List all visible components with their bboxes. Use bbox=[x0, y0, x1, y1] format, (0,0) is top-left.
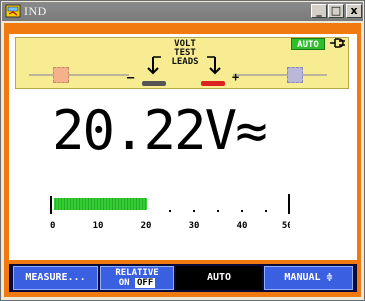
minimize-button[interactable]: _ bbox=[311, 4, 327, 18]
bargraph-segment bbox=[85, 198, 86, 210]
auto-range-button[interactable]: AUTO bbox=[176, 266, 262, 290]
bargraph-dot bbox=[241, 210, 243, 212]
bargraph-segment bbox=[133, 198, 134, 210]
reading-value: 20.22 bbox=[52, 99, 207, 162]
measure-button[interactable]: MEASURE... bbox=[13, 266, 98, 290]
bargraph-segment bbox=[97, 198, 98, 210]
reading-unit: V bbox=[204, 99, 237, 162]
terminal-line-mid-right bbox=[233, 74, 287, 76]
bargraph-segment bbox=[103, 198, 104, 210]
bargraph-dot bbox=[265, 210, 267, 212]
bargraph-scale-label: 20 bbox=[141, 221, 152, 230]
relative-state: ON OFF bbox=[101, 278, 173, 288]
relative-off: OFF bbox=[135, 278, 156, 288]
bargraph-segment bbox=[76, 198, 77, 210]
bargraph-segment bbox=[94, 198, 95, 210]
bargraph-segment bbox=[112, 198, 113, 210]
bargraph-end-tick bbox=[288, 194, 290, 214]
relative-label: RELATIVE bbox=[115, 268, 159, 278]
bargraph-segment bbox=[124, 198, 125, 210]
title-bar[interactable]: IND _ □ x bbox=[2, 2, 363, 21]
window-title: IND bbox=[24, 4, 47, 18]
bargraph-segment bbox=[145, 198, 146, 210]
bargraph-scale-label: 40 bbox=[237, 221, 248, 230]
bargraph-segment bbox=[70, 198, 71, 210]
bargraph-segment bbox=[136, 198, 137, 210]
bargraph-segment bbox=[118, 198, 119, 210]
bargraph-segment bbox=[88, 198, 89, 210]
bargraph-segment bbox=[121, 198, 122, 210]
bargraph-scale-label: 50V bbox=[282, 221, 290, 230]
bargraph-segment bbox=[64, 198, 65, 210]
bargraph-segment bbox=[130, 198, 131, 210]
bargraph-segment bbox=[106, 198, 107, 210]
bargraph-segment bbox=[73, 198, 74, 210]
plus-sign: + bbox=[232, 70, 240, 84]
bargraph-segment bbox=[79, 198, 80, 210]
auto-range-badge: AUTO bbox=[291, 38, 325, 50]
multimeter-app-icon bbox=[5, 4, 21, 18]
bargraph-segment bbox=[109, 198, 110, 210]
relative-toggle[interactable]: RELATIVE ON OFF bbox=[100, 266, 174, 290]
red-lead-jack bbox=[201, 81, 225, 86]
bargraph-segment bbox=[55, 198, 56, 210]
bargraph-segment bbox=[127, 198, 128, 210]
bargraph-scale-label: 0 bbox=[50, 221, 55, 230]
bargraph-segment bbox=[91, 198, 92, 210]
bargraph-segment bbox=[115, 198, 116, 210]
terminal-line-mid-left bbox=[69, 74, 129, 76]
bargraph-segment bbox=[100, 198, 101, 210]
ac-dc-symbol: ≈ bbox=[235, 99, 267, 162]
plug-icon bbox=[330, 38, 345, 48]
bargraph-start-tick bbox=[50, 196, 52, 214]
terminal-line-right bbox=[303, 74, 327, 76]
right-terminal bbox=[287, 67, 303, 83]
terminal-line-left bbox=[29, 74, 53, 76]
manual-range-button[interactable]: MANUAL ≑ bbox=[264, 266, 353, 290]
black-lead-jack bbox=[142, 81, 166, 86]
main-reading: 20.22V≈ bbox=[52, 104, 268, 158]
close-button[interactable]: x bbox=[346, 4, 362, 18]
bargraph-dot bbox=[193, 210, 195, 212]
bargraph-dot bbox=[217, 210, 219, 212]
bargraph-segment bbox=[61, 198, 62, 210]
bargraph-segment bbox=[67, 198, 68, 210]
lead-arrows bbox=[147, 56, 221, 75]
bargraph-segment bbox=[82, 198, 83, 210]
maximize-button[interactable]: □ bbox=[328, 4, 344, 18]
minus-sign: – bbox=[127, 70, 135, 84]
left-terminal bbox=[53, 67, 69, 83]
bargraph-segment bbox=[58, 198, 59, 210]
bargraph-scale-label: 10 bbox=[93, 221, 104, 230]
bargraph-dot bbox=[169, 210, 171, 212]
relative-on: ON bbox=[118, 278, 130, 288]
bargraph-segment bbox=[142, 198, 143, 210]
analog-bargraph: 0 10 20 30 40 50V bbox=[50, 194, 290, 230]
bargraph-scale-label: 30 bbox=[189, 221, 200, 230]
bargraph-segment bbox=[139, 198, 140, 210]
